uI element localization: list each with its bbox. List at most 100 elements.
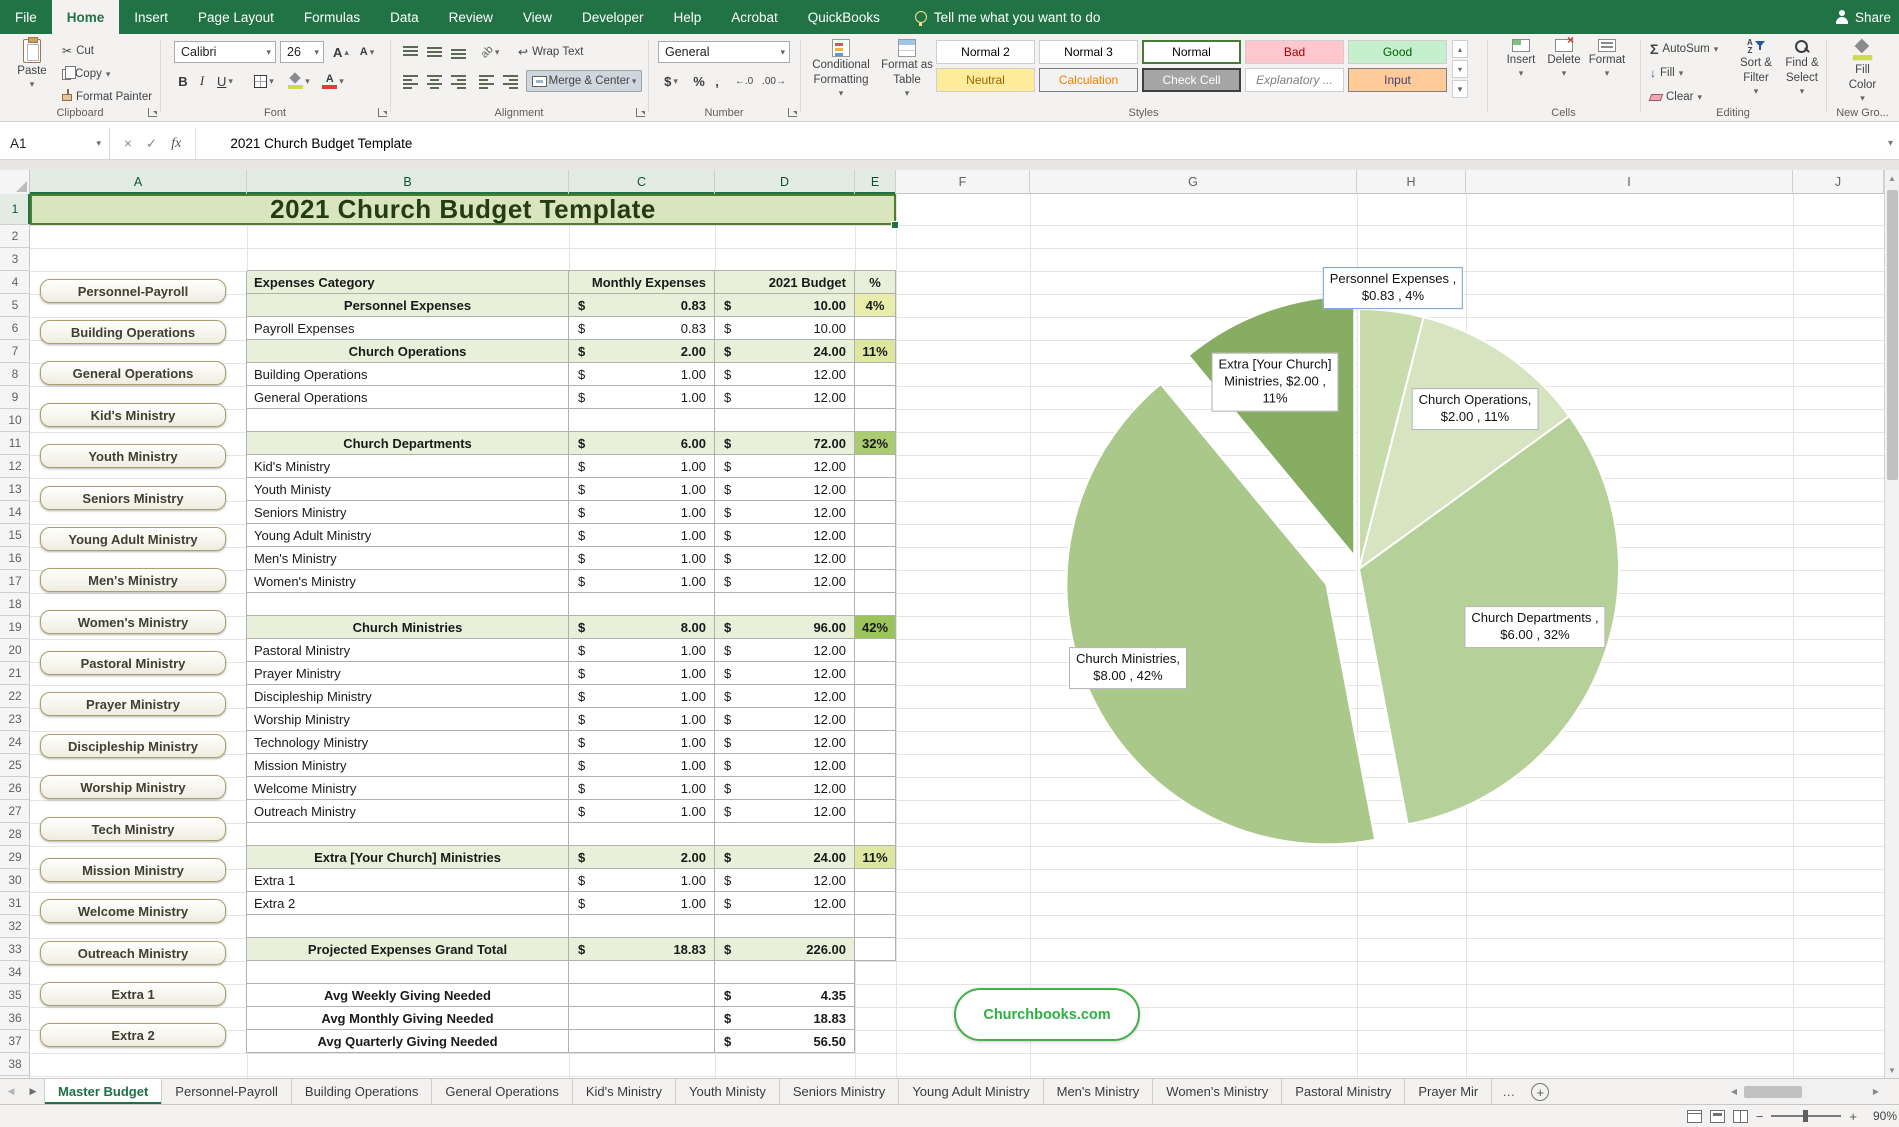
cell-E17[interactable] — [855, 570, 896, 593]
underline-button[interactable]: U ▾ — [212, 70, 238, 92]
cell-E5[interactable]: 4% — [855, 294, 896, 317]
cell-C26[interactable]: $1.00 — [569, 777, 715, 800]
cell-D8[interactable]: $12.00 — [715, 363, 855, 386]
cell-style-bad[interactable]: Bad — [1245, 40, 1344, 64]
font-size-combo[interactable]: 26 ▾ — [280, 41, 324, 63]
share-button[interactable]: Share — [1827, 0, 1899, 34]
row-header-36[interactable]: 36 — [0, 1007, 30, 1030]
row-header-18[interactable]: 18 — [0, 593, 30, 616]
cell-B27[interactable]: Outreach Ministry — [247, 800, 569, 823]
paste-dropdown-icon[interactable]: ▾ — [30, 80, 35, 89]
format-painter-button[interactable]: Format Painter — [62, 88, 152, 106]
gallery-more-icon[interactable]: ▼ — [1452, 80, 1468, 98]
nav-button-seniors-ministry[interactable]: Seniors Ministry — [40, 486, 226, 510]
scroll-down-icon[interactable]: ▼ — [1885, 1062, 1899, 1078]
cell-E14[interactable] — [855, 501, 896, 524]
column-header-A[interactable]: A — [30, 170, 247, 194]
cell-style-neutral[interactable]: Neutral — [936, 68, 1035, 92]
cell-E24[interactable] — [855, 731, 896, 754]
align-top-button[interactable] — [400, 41, 420, 63]
cell-A1-title[interactable]: 2021 Church Budget Template — [30, 194, 896, 225]
formula-bar-expand-icon[interactable]: ▾ — [1888, 138, 1893, 149]
cell-C35[interactable] — [569, 984, 715, 1007]
cell-C33[interactable]: $18.83 — [569, 938, 715, 961]
row-header-28[interactable]: 28 — [0, 823, 30, 846]
cell-E22[interactable] — [855, 685, 896, 708]
cell-B28[interactable] — [247, 823, 569, 846]
row-header-19[interactable]: 19 — [0, 616, 30, 639]
cell-B35[interactable]: Avg Weekly Giving Needed — [247, 984, 569, 1007]
cell-E20[interactable] — [855, 639, 896, 662]
cell-D31[interactable]: $12.00 — [715, 892, 855, 915]
cell-D10[interactable] — [715, 409, 855, 432]
cell-B25[interactable]: Mission Ministry — [247, 754, 569, 777]
font-color-button[interactable]: A ▾ — [318, 70, 348, 92]
align-middle-button[interactable] — [424, 41, 444, 63]
cell-B6[interactable]: Payroll Expenses — [247, 317, 569, 340]
cell-style-normal-2[interactable]: Normal 2 — [936, 40, 1035, 64]
align-center-button[interactable] — [424, 71, 444, 93]
orientation-button[interactable]: ab ▾ — [478, 41, 502, 63]
nav-button-discipleship-ministry[interactable]: Discipleship Ministry — [40, 734, 226, 758]
sheet-tab-master-budget[interactable]: Master Budget — [44, 1079, 162, 1104]
cell-D32[interactable] — [715, 915, 855, 938]
name-box[interactable]: A1 ▾ — [0, 128, 110, 159]
cell-B23[interactable]: Worship Ministry — [247, 708, 569, 731]
cell-E12[interactable] — [855, 455, 896, 478]
cell-C21[interactable]: $1.00 — [569, 662, 715, 685]
nav-button-tech-ministry[interactable]: Tech Ministry — [40, 817, 226, 841]
column-header-D[interactable]: D — [715, 170, 855, 194]
cell-style-explanatory[interactable]: Explanatory ... — [1245, 68, 1344, 92]
nav-button-extra-1[interactable]: Extra 1 — [40, 982, 226, 1006]
nav-button-building-operations[interactable]: Building Operations — [40, 320, 226, 344]
cell-C10[interactable] — [569, 409, 715, 432]
row-header-24[interactable]: 24 — [0, 731, 30, 754]
nav-button-personnel-payroll[interactable]: Personnel-Payroll — [40, 279, 226, 303]
cell-C4[interactable]: Monthly Expenses — [569, 271, 715, 294]
sheet-tab-kid-s-ministry[interactable]: Kid's Ministry — [573, 1079, 676, 1104]
cell-E7[interactable]: 11% — [855, 340, 896, 363]
cell-E15[interactable] — [855, 524, 896, 547]
cell-C31[interactable]: $1.00 — [569, 892, 715, 915]
insert-cells-button[interactable]: Insert ▾ — [1500, 34, 1542, 114]
increase-decimal-button[interactable]: ←.0 — [730, 70, 758, 92]
cell-style-normal-3[interactable]: Normal 3 — [1039, 40, 1138, 64]
cell-C15[interactable]: $1.00 — [569, 524, 715, 547]
cell-style-input[interactable]: Input — [1348, 68, 1447, 92]
row-header-32[interactable]: 32 — [0, 915, 30, 938]
cell-B11[interactable]: Church Departments — [247, 432, 569, 455]
cell-B8[interactable]: Building Operations — [247, 363, 569, 386]
copy-button[interactable]: Copy ▾ — [62, 65, 110, 83]
cell-D25[interactable]: $12.00 — [715, 754, 855, 777]
cell-style-check-cell[interactable]: Check Cell — [1142, 68, 1241, 92]
nav-button-welcome-ministry[interactable]: Welcome Ministry — [40, 899, 226, 923]
sheet-tab-overflow-icon[interactable]: … — [1492, 1079, 1525, 1104]
font-dialog-launcher[interactable] — [378, 108, 387, 117]
zoom-out-button[interactable]: − — [1756, 1109, 1764, 1124]
ribbon-tab-review[interactable]: Review — [434, 0, 508, 34]
cell-D34[interactable] — [715, 961, 855, 984]
row-header-6[interactable]: 6 — [0, 317, 30, 340]
row-header-21[interactable]: 21 — [0, 662, 30, 685]
cell-E26[interactable] — [855, 777, 896, 800]
insert-function-icon[interactable]: fx — [171, 136, 181, 152]
row-header-13[interactable]: 13 — [0, 478, 30, 501]
cell-C24[interactable]: $1.00 — [569, 731, 715, 754]
cell-E4[interactable]: % — [855, 271, 896, 294]
format-cells-button[interactable]: Format ▾ — [1586, 34, 1628, 114]
accounting-format-button[interactable]: $ ▾ — [658, 70, 684, 92]
row-header-8[interactable]: 8 — [0, 363, 30, 386]
row-header-26[interactable]: 26 — [0, 777, 30, 800]
decrease-decimal-button[interactable]: .00→ — [760, 70, 788, 92]
cell-style-calculation[interactable]: Calculation — [1039, 68, 1138, 92]
pie-label-church-operations[interactable]: Church Operations,$2.00 , 11% — [1412, 388, 1539, 430]
cell-E30[interactable] — [855, 869, 896, 892]
cell-E13[interactable] — [855, 478, 896, 501]
cell-C13[interactable]: $1.00 — [569, 478, 715, 501]
row-header-1[interactable]: 1 — [0, 194, 30, 225]
column-header-B[interactable]: B — [247, 170, 569, 194]
churchbooks-link-button[interactable]: Churchbooks.com — [954, 988, 1140, 1041]
cell-C23[interactable]: $1.00 — [569, 708, 715, 731]
cell-C29[interactable]: $2.00 — [569, 846, 715, 869]
sheet-tab-men-s-ministry[interactable]: Men's Ministry — [1044, 1079, 1154, 1104]
